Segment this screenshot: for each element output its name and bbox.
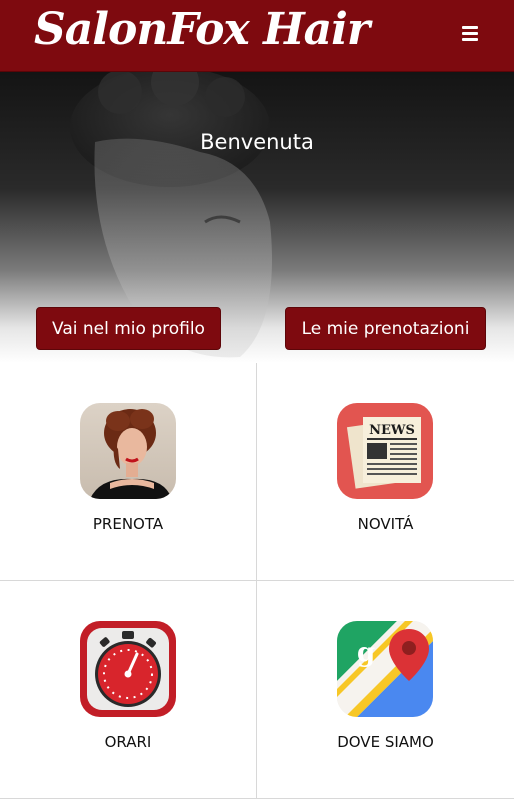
- newspaper-icon: NEWS: [337, 403, 433, 499]
- news-icon-text: NEWS: [369, 423, 415, 438]
- menu-grid: PRENOTA NEWS NOVITÁ ORARI g DOVE SIAMO: [0, 363, 514, 800]
- my-profile-button[interactable]: Vai nel mio profilo: [36, 307, 221, 350]
- tile-prenota[interactable]: PRENOTA: [0, 363, 257, 581]
- tile-novita[interactable]: NEWS NOVITÁ: [257, 363, 514, 581]
- tile-label-novita: NOVITÁ: [357, 515, 414, 533]
- hero-banner: Benvenuta Vai nel mio profilo Le mie pre…: [0, 72, 514, 363]
- svg-text:g: g: [357, 638, 375, 668]
- salonfox-logo[interactable]: SalonFox Hair: [34, 4, 370, 55]
- maps-icon: g: [337, 621, 433, 717]
- tile-dove-siamo[interactable]: g DOVE SIAMO: [257, 581, 514, 799]
- tile-label-prenota: PRENOTA: [92, 515, 164, 533]
- app-header: SalonFox Hair: [0, 0, 514, 72]
- tile-label-orari: ORARI: [104, 733, 152, 751]
- tile-orari[interactable]: ORARI: [0, 581, 257, 799]
- stopwatch-icon: [80, 621, 176, 717]
- tile-label-dove-siamo: DOVE SIAMO: [337, 733, 434, 751]
- my-bookings-button[interactable]: Le mie prenotazioni: [285, 307, 486, 350]
- woman-portrait-icon: [80, 403, 176, 499]
- welcome-title: Benvenuta: [200, 130, 314, 154]
- hamburger-menu-icon[interactable]: [462, 26, 478, 44]
